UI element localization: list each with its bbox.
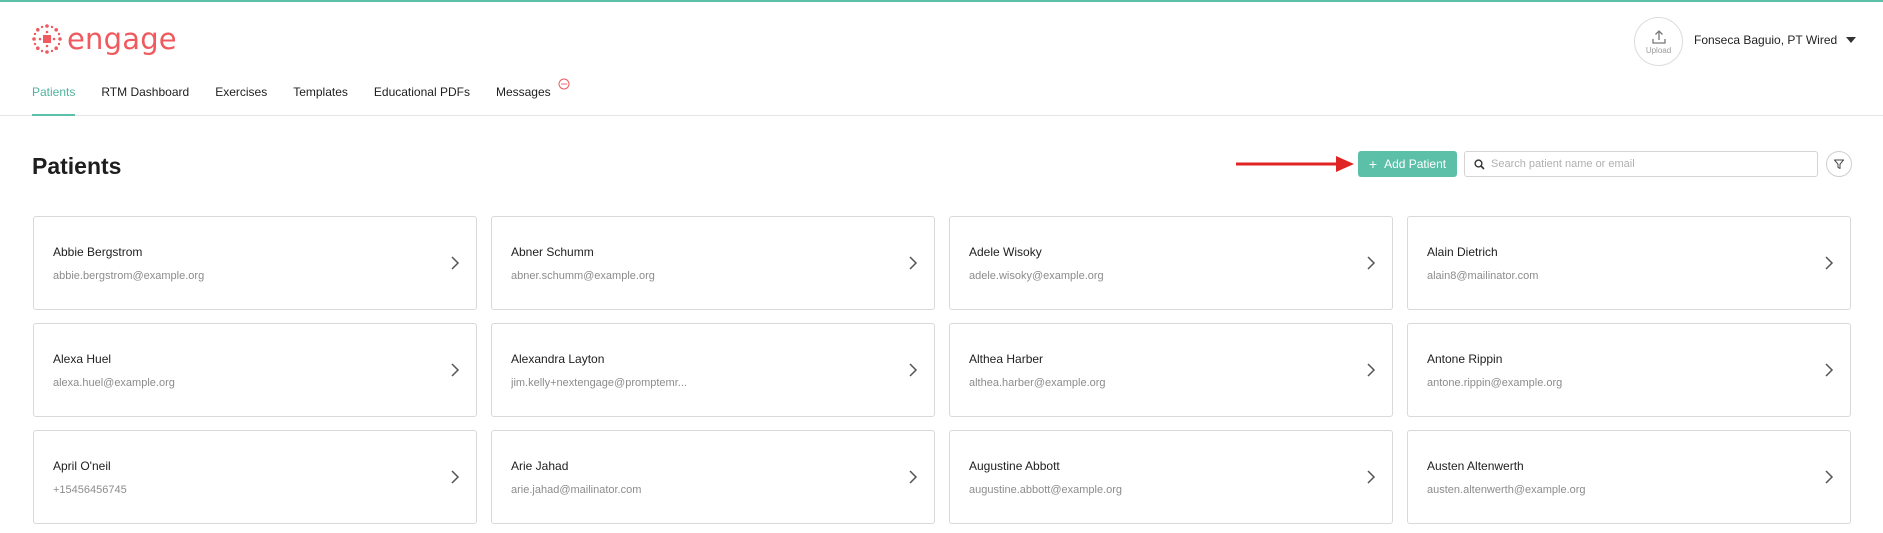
patient-card[interactable]: Austen Altenwerth austen.altenwerth@examp…	[1407, 430, 1851, 524]
patient-contact: austen.altenwerth@example.org	[1427, 484, 1586, 496]
patient-card[interactable]: Arie Jahad arie.jahad@mailinator.com	[491, 430, 935, 524]
patient-card[interactable]: Antone Rippin antone.rippin@example.org	[1407, 323, 1851, 417]
patient-contact: abbie.bergstrom@example.org	[53, 270, 205, 282]
patient-card[interactable]: Augustine Abbott augustine.abbott@example…	[949, 430, 1393, 524]
patient-contact: adele.wisoky@example.org	[969, 270, 1104, 282]
nav-item-templates[interactable]: Templates	[293, 84, 348, 116]
nav-label: Templates	[293, 85, 348, 99]
brand-logo[interactable]: engage	[31, 22, 177, 56]
patient-contact: +15456456745	[53, 484, 127, 496]
filter-button[interactable]	[1826, 151, 1852, 177]
page-title: Patients	[32, 153, 122, 179]
patient-name: Adele Wisoky	[969, 245, 1042, 259]
nav-item-educational-pdfs[interactable]: Educational PDFs	[374, 84, 470, 116]
upload-label: Upload	[1645, 45, 1672, 55]
patient-contact: abner.schumm@example.org	[511, 270, 655, 282]
search-input[interactable]	[1491, 158, 1791, 170]
engage-logo-icon	[32, 24, 62, 54]
unread-message-icon	[558, 78, 570, 90]
app-header: engage Upload Fonseca Baguio, PT Wired P…	[0, 2, 1883, 116]
patient-card[interactable]: Alexandra Layton jim.kelly+nextengage@pro…	[491, 323, 935, 417]
patient-name: Abbie Bergstrom	[53, 245, 143, 259]
add-patient-label: Add Patient	[1384, 157, 1447, 171]
patient-card[interactable]: Alexa Huel alexa.huel@example.org	[33, 323, 477, 417]
patient-name: April O'neil	[53, 459, 111, 473]
upload-button[interactable]: Upload	[1634, 17, 1683, 66]
patient-contact: augustine.abbott@example.org	[969, 484, 1123, 496]
chevron-right-icon	[451, 256, 460, 270]
patient-contact: althea.harber@example.org	[969, 377, 1106, 389]
add-patient-button[interactable]: + Add Patient	[1358, 151, 1457, 177]
patient-name: Alain Dietrich	[1427, 245, 1498, 259]
chevron-right-icon	[909, 256, 918, 270]
chevron-right-icon	[1367, 363, 1376, 377]
caret-down-icon	[1846, 37, 1857, 43]
nav-label: Messages	[495, 85, 551, 99]
main-nav: Patients RTM Dashboard Exercises Templat…	[32, 78, 577, 118]
patient-name: Alexa Huel	[53, 352, 112, 366]
nav-label: RTM Dashboard	[101, 85, 190, 99]
chevron-right-icon	[1367, 256, 1376, 270]
patient-card[interactable]: Althea Harber althea.harber@example.org	[949, 323, 1393, 417]
nav-item-patients[interactable]: Patients	[32, 84, 76, 116]
chevron-right-icon	[1825, 470, 1834, 484]
chevron-right-icon	[1367, 470, 1376, 484]
patient-search	[1464, 151, 1818, 177]
brand-name: engage	[67, 22, 177, 56]
patient-card[interactable]: Abbie Bergstrom abbie.bergstrom@example.o…	[33, 216, 477, 310]
patient-name: Abner Schumm	[511, 245, 594, 259]
nav-item-messages[interactable]: Messages	[495, 78, 570, 116]
patient-contact: arie.jahad@mailinator.com	[511, 484, 642, 496]
search-icon	[1474, 158, 1485, 170]
chevron-right-icon	[1825, 256, 1834, 270]
patient-name: Arie Jahad	[511, 459, 569, 473]
upload-icon	[1651, 29, 1666, 44]
patient-card[interactable]: April O'neil +15456456745	[33, 430, 477, 524]
patient-name: Althea Harber	[969, 352, 1044, 366]
user-menu[interactable]: Fonseca Baguio, PT Wired	[1694, 33, 1857, 47]
red-arrow-annotation	[1236, 156, 1354, 172]
patient-contact: antone.rippin@example.org	[1427, 377, 1563, 389]
patient-name: Austen Altenwerth	[1427, 459, 1524, 473]
nav-label: Educational PDFs	[373, 85, 470, 99]
chevron-right-icon	[451, 470, 460, 484]
patient-card[interactable]: Adele Wisoky adele.wisoky@example.org	[949, 216, 1393, 310]
patient-contact: alain8@mailinator.com	[1427, 270, 1539, 282]
patient-name: Augustine Abbott	[969, 459, 1060, 473]
chevron-right-icon	[1825, 363, 1834, 377]
nav-label: Patients	[32, 85, 76, 99]
chevron-right-icon	[451, 363, 460, 377]
patient-contact: jim.kelly+nextengage@promptemr...	[511, 377, 687, 389]
nav-item-exercises[interactable]: Exercises	[215, 84, 267, 116]
patient-card[interactable]: Alain Dietrich alain8@mailinator.com	[1407, 216, 1851, 310]
user-name: Fonseca Baguio, PT Wired	[1694, 33, 1838, 47]
chevron-right-icon	[909, 363, 918, 377]
patient-card[interactable]: Abner Schumm abner.schumm@example.org	[491, 216, 935, 310]
nav-label: Exercises	[215, 85, 268, 99]
patient-contact: alexa.huel@example.org	[53, 377, 175, 389]
patient-name: Alexandra Layton	[511, 352, 605, 366]
nav-item-rtm-dashboard[interactable]: RTM Dashboard	[101, 84, 189, 116]
filter-icon	[1834, 159, 1844, 169]
chevron-right-icon	[909, 470, 918, 484]
plus-icon: +	[1368, 156, 1378, 172]
patient-name: Antone Rippin	[1427, 352, 1503, 366]
patient-grid: Abbie Bergstrom abbie.bergstrom@example.o…	[33, 216, 1851, 524]
